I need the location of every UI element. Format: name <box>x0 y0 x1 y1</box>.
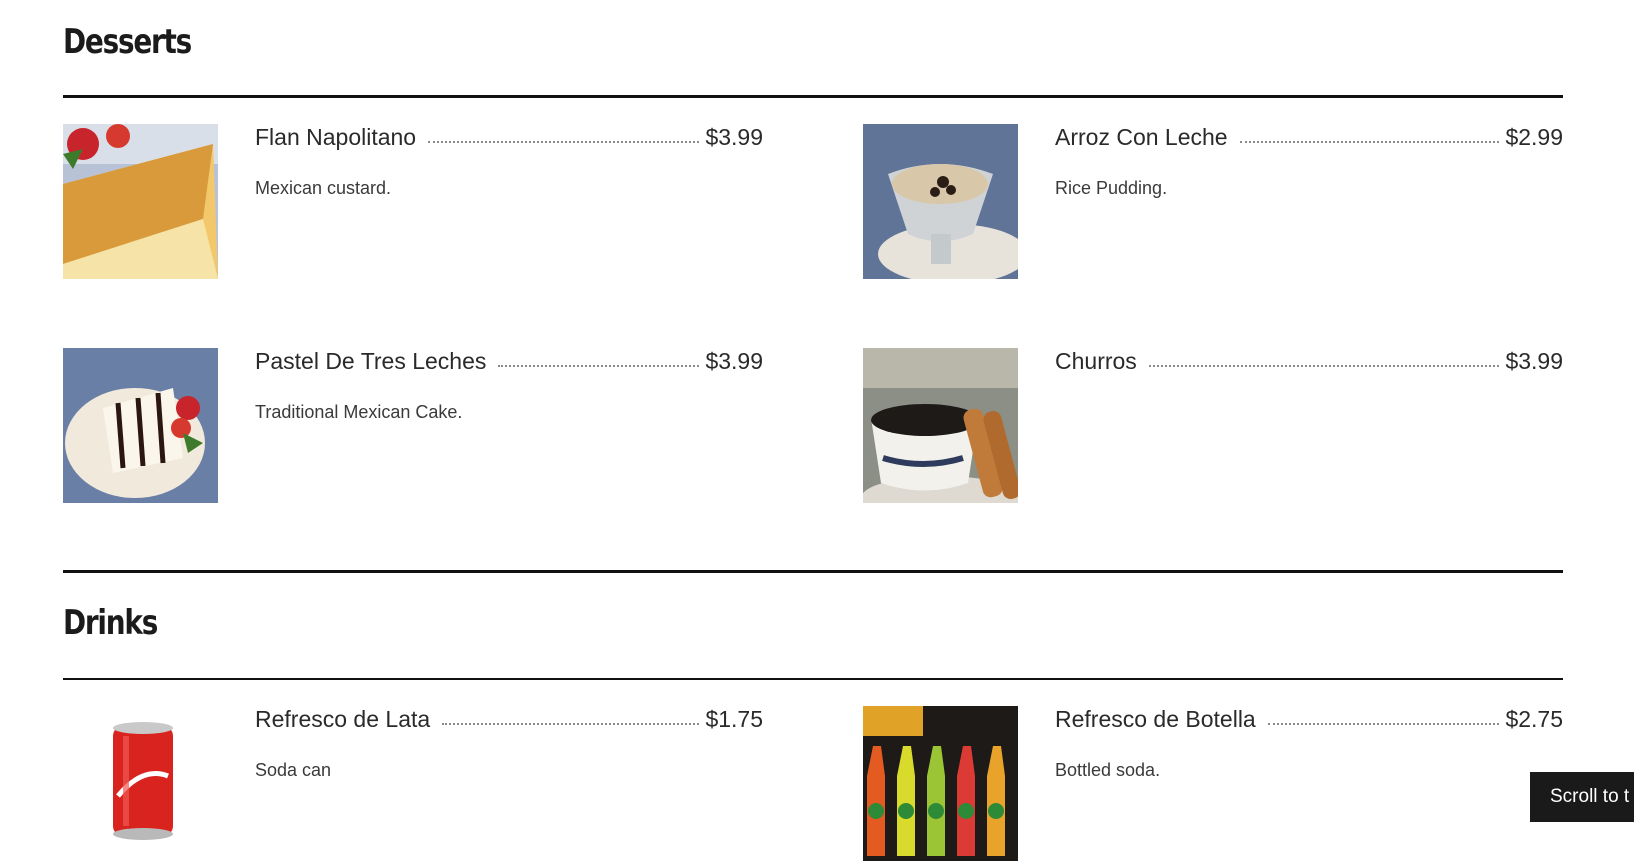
item-description: Bottled soda. <box>1055 760 1161 780</box>
item-price: $3.99 <box>705 124 763 150</box>
item-description: Mexican custard. <box>255 178 392 198</box>
item-description: Traditional Mexican Cake. <box>255 402 463 422</box>
item-name: Flan Napolitano <box>255 124 417 150</box>
churros-coffee-image <box>863 348 1018 503</box>
item-name: Churros <box>1055 348 1137 374</box>
menu-item-refresco-de-botella: Refresco de Botella $2.75 Bottled soda. <box>863 706 1563 866</box>
dotted-leader <box>442 723 700 725</box>
item-name: Pastel De Tres Leches <box>255 348 487 374</box>
dotted-leader <box>1239 141 1500 143</box>
dotted-leader <box>1148 365 1500 367</box>
section-title-desserts: Desserts <box>63 22 192 62</box>
scroll-to-top-button[interactable]: Scroll to t <box>1530 772 1634 822</box>
item-name: Refresco de Botella <box>1055 706 1256 732</box>
section-rule-top <box>63 95 1563 98</box>
menu-item-churros: Churros $3.99 <box>863 348 1563 508</box>
dotted-leader <box>1267 723 1500 725</box>
menu-item-tres-leches: Pastel De Tres Leches $3.99 Traditional … <box>63 348 763 508</box>
section-divider <box>63 570 1563 573</box>
menu-item-refresco-de-lata: Refresco de Lata $1.75 Soda can <box>63 706 763 866</box>
item-name: Arroz Con Leche <box>1055 124 1228 150</box>
section-title-drinks: Drinks <box>63 603 158 643</box>
menu-page: Desserts Flan Napolitano $3.99 Mexican c… <box>0 0 1634 867</box>
item-name: Refresco de Lata <box>255 706 431 732</box>
rice-pudding-image <box>863 124 1018 279</box>
dotted-leader <box>498 365 700 367</box>
menu-item-arroz-con-leche: Arroz Con Leche $2.99 Rice Pudding. <box>863 124 1563 284</box>
item-price: $2.99 <box>1505 124 1563 150</box>
flan-image <box>63 124 218 279</box>
dotted-leader <box>428 141 700 143</box>
item-price: $3.99 <box>1505 348 1563 374</box>
item-description: Soda can <box>255 760 332 780</box>
item-description: Rice Pudding. <box>1055 178 1168 198</box>
bottled-soda-image <box>863 706 1018 861</box>
soda-can-image <box>63 706 218 861</box>
item-price: $1.75 <box>705 706 763 732</box>
item-price: $2.75 <box>1505 706 1563 732</box>
section-rule-top <box>63 678 1563 680</box>
item-price: $3.99 <box>705 348 763 374</box>
tres-leches-image <box>63 348 218 503</box>
menu-item-flan: Flan Napolitano $3.99 Mexican custard. <box>63 124 763 284</box>
